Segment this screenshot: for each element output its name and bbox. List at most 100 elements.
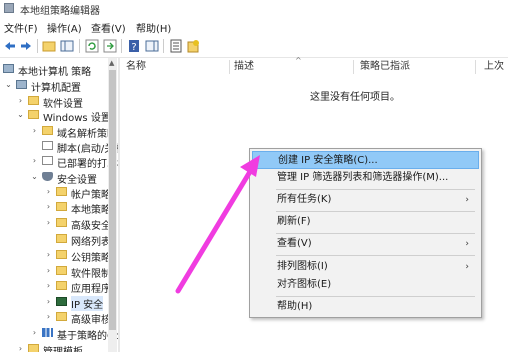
chevron-right-icon[interactable]: ›: [44, 264, 53, 278]
tree-item-label: 计算机配置: [31, 83, 81, 94]
tree-scrollbar[interactable]: ▲: [108, 58, 117, 352]
properties-icon[interactable]: [169, 39, 183, 53]
menu-item-label: 创建 IP 安全策略(C)...: [278, 155, 378, 166]
tree-item-windows-settings[interactable]: ⌄ Windows 设置: [16, 108, 116, 124]
shield-icon: [42, 172, 53, 181]
tree-item-software-restriction[interactable]: › 软件限制: [44, 264, 114, 280]
chevron-right-icon[interactable]: ›: [30, 154, 39, 168]
tree-item-public-key[interactable]: › 公钥策略: [44, 248, 114, 264]
tree-pane: 本地计算机 策略 ⌄ 计算机配置 › 软件设置 ⌄ Windows 设置 › 域…: [0, 58, 118, 352]
new-icon[interactable]: [186, 39, 200, 53]
scroll-up-icon[interactable]: ▲: [109, 59, 114, 67]
back-icon[interactable]: [3, 39, 17, 53]
chevron-right-icon[interactable]: ›: [30, 124, 39, 138]
tree-item-network-list[interactable]: 网络列表: [44, 232, 114, 248]
folder-icon: [56, 202, 67, 211]
computer-policy-icon: [3, 64, 14, 73]
folder-icon: [28, 96, 39, 105]
menu-separator: [276, 255, 475, 256]
tree-item-account-policy[interactable]: › 帐户策略: [44, 185, 114, 201]
tree-item-admin-templates[interactable]: › 管理模板: [16, 342, 114, 352]
tree-item-label: 管理模板: [43, 343, 83, 352]
menu-item-label: 对齐图标(E): [277, 279, 332, 290]
menu-view[interactable]: 查看(V): [91, 20, 126, 35]
column-divider[interactable]: [475, 60, 476, 74]
folder-icon: [56, 281, 67, 290]
tree-item-advanced-audit[interactable]: › 高级审核: [44, 310, 114, 326]
export-icon[interactable]: [103, 39, 117, 53]
chevron-right-icon[interactable]: ›: [44, 185, 53, 199]
toolbar-separator: [163, 39, 164, 53]
tree-item-advanced-security[interactable]: › 高级安全: [44, 216, 114, 232]
chart-icon: [42, 328, 53, 337]
tree-item-ip-security[interactable]: › IP 安全: [44, 295, 114, 311]
folder-icon[interactable]: [42, 39, 56, 53]
tree-item-label: 应用程序: [71, 284, 111, 295]
chevron-down-icon[interactable]: ⌄: [30, 170, 39, 184]
menu-item-arrange-icons[interactable]: 排列图标(I) ›: [252, 258, 479, 276]
column-header-description[interactable]: 描述: [234, 58, 254, 75]
chevron-right-icon[interactable]: ›: [44, 279, 53, 293]
column-divider[interactable]: [229, 60, 230, 74]
menu-item-manage-filters[interactable]: 管理 IP 筛选器列表和筛选器操作(M)...: [252, 169, 479, 187]
submenu-arrow-icon: ›: [465, 195, 469, 205]
chevron-right-icon[interactable]: ›: [44, 295, 53, 309]
tree-item-label: 帐户策略: [71, 190, 111, 201]
help-icon[interactable]: ?: [127, 39, 141, 53]
tree-item-computer-config[interactable]: ⌄ 计算机配置: [4, 78, 114, 94]
forward-icon[interactable]: [19, 39, 33, 53]
folder-icon: [56, 234, 67, 243]
menu-action[interactable]: 操作(A): [47, 20, 82, 35]
menu-item-view[interactable]: 查看(V) ›: [252, 235, 479, 253]
tree-item-root[interactable]: 本地计算机 策略: [2, 62, 112, 78]
chevron-down-icon[interactable]: ⌄: [4, 78, 13, 92]
chevron-right-icon[interactable]: ›: [30, 326, 39, 340]
folder-icon: [56, 266, 67, 275]
tree-item-label: 高级审核: [71, 315, 111, 326]
column-divider[interactable]: [353, 60, 354, 74]
computer-icon: [16, 80, 27, 89]
view2-icon[interactable]: [145, 39, 159, 53]
menu-help[interactable]: 帮助(H): [136, 20, 171, 35]
scrollbar-thumb[interactable]: [109, 70, 116, 330]
menu-item-label: 刷新(F): [277, 216, 311, 227]
menu-item-label: 帮助(H): [277, 301, 313, 312]
menu-item-label: 所有任务(K): [277, 194, 332, 205]
empty-list-message: 这里没有任何项目。: [310, 92, 400, 103]
menu-bar: 文件(F) 操作(A) 查看(V) 帮助(H): [0, 17, 508, 35]
menu-item-all-tasks[interactable]: 所有任务(K) ›: [252, 191, 479, 209]
menu-item-align-icons[interactable]: 对齐图标(E): [252, 276, 479, 294]
tree-item-label: 公钥策略: [71, 253, 111, 264]
tree-item-label: 安全设置: [57, 175, 97, 186]
chevron-right-icon[interactable]: ›: [16, 94, 25, 108]
menu-item-help[interactable]: 帮助(H): [252, 298, 479, 316]
tree-item-application-control[interactable]: › 应用程序: [44, 279, 114, 295]
tree-item-local-policy[interactable]: › 本地策略: [44, 200, 114, 216]
menu-item-refresh[interactable]: 刷新(F): [252, 213, 479, 231]
tree-item-printers[interactable]: › 已部署的打印机: [30, 154, 118, 170]
menu-file[interactable]: 文件(F): [4, 20, 38, 35]
menu-item-create-ip-policy[interactable]: 创建 IP 安全策略(C)...: [252, 151, 479, 169]
view-icon[interactable]: [60, 39, 74, 53]
column-header-last-modified[interactable]: 上次: [484, 58, 504, 75]
tree-item-security-settings[interactable]: ⌄ 安全设置: [30, 170, 118, 186]
tree-item-dns-policy[interactable]: › 域名解析策略: [30, 124, 118, 140]
chevron-right-icon[interactable]: ›: [44, 248, 53, 262]
chevron-right-icon[interactable]: ›: [16, 342, 25, 352]
folder-icon: [56, 187, 67, 196]
tree-item-label: Windows 设置: [43, 113, 111, 124]
chevron-right-icon[interactable]: ›: [44, 200, 53, 214]
chevron-right-icon[interactable]: ›: [44, 310, 53, 324]
menu-separator: [276, 189, 475, 190]
chevron-down-icon[interactable]: ⌄: [16, 108, 25, 122]
folder-icon: [42, 126, 53, 135]
column-header-assigned[interactable]: 策略已指派: [360, 58, 410, 75]
tree-item-software-settings[interactable]: › 软件设置: [16, 94, 116, 110]
refresh-icon[interactable]: [85, 39, 99, 53]
tree-item-scripts[interactable]: 脚本(启动/关机): [30, 139, 118, 155]
column-header-name[interactable]: 名称: [126, 58, 146, 75]
submenu-arrow-icon: ›: [465, 262, 469, 272]
sort-up-icon: ^: [295, 56, 302, 65]
tree-item-qos[interactable]: › 基于策略的QoS: [30, 326, 118, 342]
chevron-right-icon[interactable]: ›: [44, 216, 53, 230]
